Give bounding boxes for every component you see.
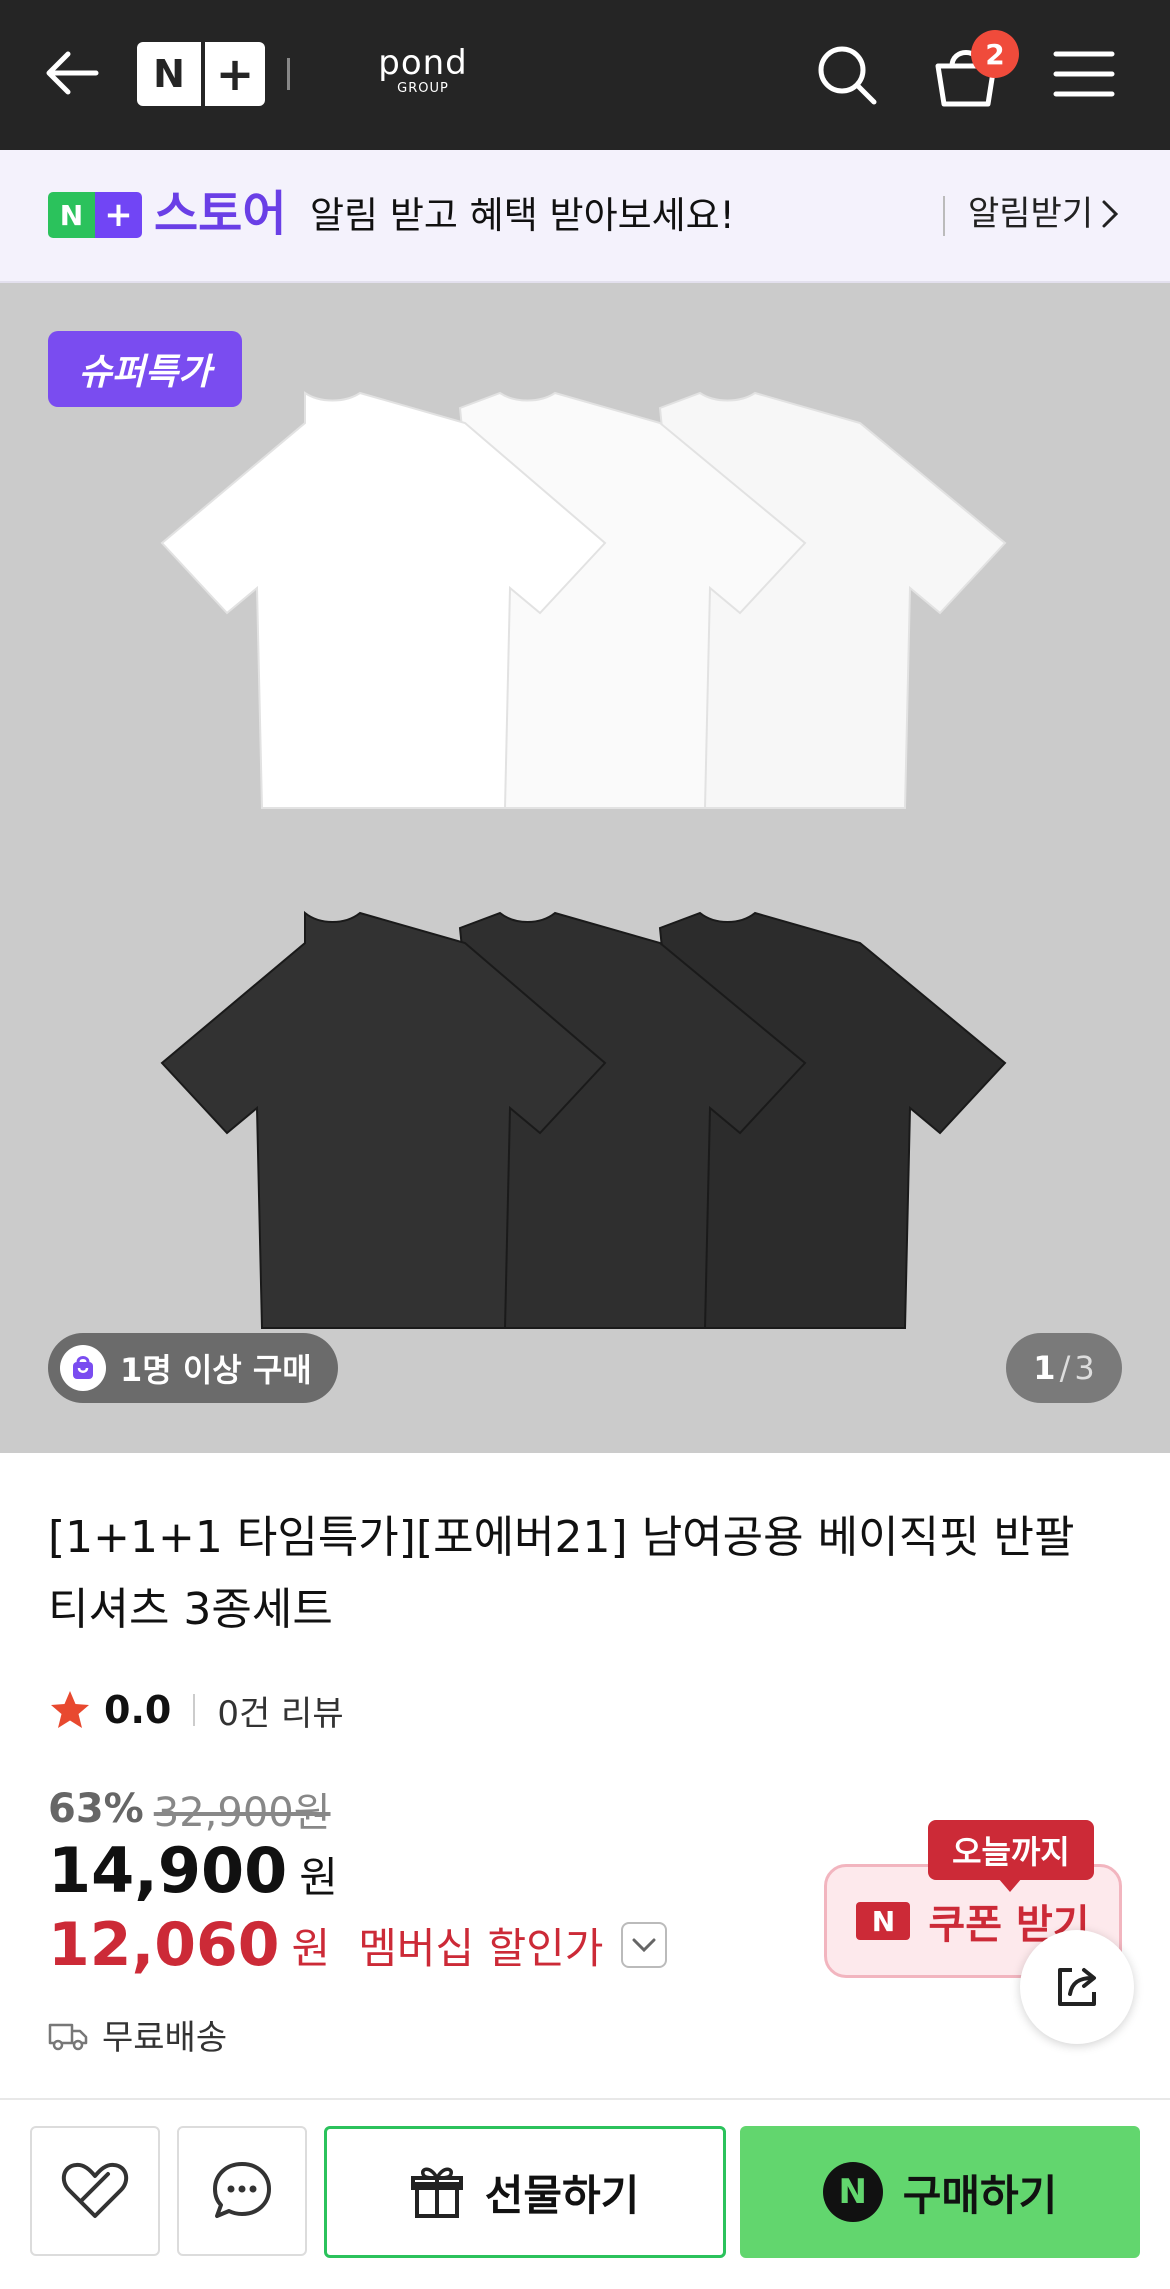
naver-coupon-logo: N (856, 1902, 911, 1940)
member-price-unit: 원 (291, 1923, 331, 1973)
image-counter: 1 / 3 (1006, 1333, 1122, 1403)
notice-message: 알림 받고 혜택 받아보세요! (310, 194, 735, 237)
nplus-logo[interactable]: N + (137, 42, 265, 106)
nplus-store-badge: N + (48, 192, 142, 238)
shipping-text: 무료배송 (102, 2018, 228, 2058)
share-button[interactable] (1020, 1930, 1134, 2044)
shopping-bag-icon (60, 1345, 106, 1391)
member-price-row: 12,060 원 멤버십 할인가 (48, 1910, 668, 1980)
truck-icon (48, 2023, 88, 2050)
image-counter-total: 3 (1074, 1349, 1095, 1387)
gift-label: 선물하기 (484, 2170, 640, 2220)
subscribe-notice-link[interactable]: 알림받기 (968, 190, 1119, 238)
member-price: 12,060 (48, 1910, 280, 1980)
search-button[interactable] (812, 40, 882, 110)
logo-plus: + (215, 47, 255, 101)
sale-price-unit: 원 (299, 1853, 338, 1902)
search-icon (818, 46, 877, 105)
product-image-gallery[interactable]: 슈퍼특가 1명 이상 구매 1 / 3 (0, 283, 1170, 1453)
share-icon (1058, 1968, 1096, 2006)
black-tshirts (160, 910, 1007, 1329)
talk-inquiry-button[interactable] (177, 2126, 307, 2256)
white-tshirts (160, 391, 1007, 809)
buyers-count-pill: 1명 이상 구매 (48, 1333, 338, 1403)
image-counter-separator: / (1059, 1349, 1071, 1387)
logo-divider (287, 58, 290, 90)
brand-logo[interactable]: pond GROUP (368, 44, 478, 100)
rating-score: 0.0 (104, 1688, 172, 1732)
naver-pay-logo: N (822, 2162, 883, 2222)
brand-word: pond (378, 43, 468, 83)
buy-label: 구매하기 (902, 2170, 1058, 2220)
brand-sub: GROUP (397, 81, 449, 96)
member-price-expand-button[interactable] (621, 1922, 668, 1968)
chat-bubble-icon (213, 2162, 271, 2218)
member-price-label: 멤버십 할인가 (358, 1923, 604, 1973)
review-count-link[interactable]: 0건 리뷰 (217, 1686, 343, 1735)
heart-icon (61, 2162, 129, 2218)
discount-row: 63% 32,900원 (48, 1780, 331, 1838)
buyers-count-text: 1명 이상 구매 (120, 1351, 312, 1389)
discount-percent: 63% (48, 1786, 144, 1832)
image-counter-current: 1 (1033, 1349, 1056, 1387)
back-button[interactable] (38, 38, 108, 108)
chevron-right-icon (1102, 200, 1119, 228)
today-only-tag: 오늘까지 (928, 1820, 1094, 1880)
gift-icon (410, 2167, 463, 2218)
arrow-left-icon (46, 51, 99, 95)
menu-button[interactable] (1052, 44, 1116, 104)
buy-now-button[interactable]: N 구매하기 (740, 2126, 1140, 2258)
cart-count-badge: 2 (971, 30, 1019, 78)
original-price: 32,900원 (153, 1790, 331, 1836)
logo-n: N (153, 52, 185, 96)
gift-button[interactable]: 선물하기 (324, 2126, 726, 2258)
price-row: 14,900 원 (48, 1834, 338, 1907)
wishlist-button[interactable] (30, 2126, 160, 2256)
product-title: [1+1+1 타임특가][포에버21] 남여공용 베이직핏 반팔 티셔츠 3종세… (48, 1512, 1075, 1635)
hamburger-menu-icon (1053, 51, 1115, 97)
rating-row[interactable]: 0.0 0건 리뷰 (48, 1680, 344, 1740)
product-image (160, 391, 1007, 1329)
shipping-row: 무료배송 (48, 2010, 227, 2059)
top-header: N + pond GROUP 2 (0, 0, 1170, 150)
sale-price: 14,900 (48, 1834, 288, 1907)
notification-banner[interactable]: N + 스토어 알림 받고 혜택 받아보세요! 알림받기 (0, 150, 1170, 283)
subscribe-label: 알림받기 (968, 194, 1094, 234)
super-deal-badge: 슈퍼특가 (48, 331, 242, 407)
store-label: 스토어 (154, 186, 287, 242)
star-icon (51, 1691, 89, 1728)
chevron-down-icon (632, 1938, 656, 1953)
